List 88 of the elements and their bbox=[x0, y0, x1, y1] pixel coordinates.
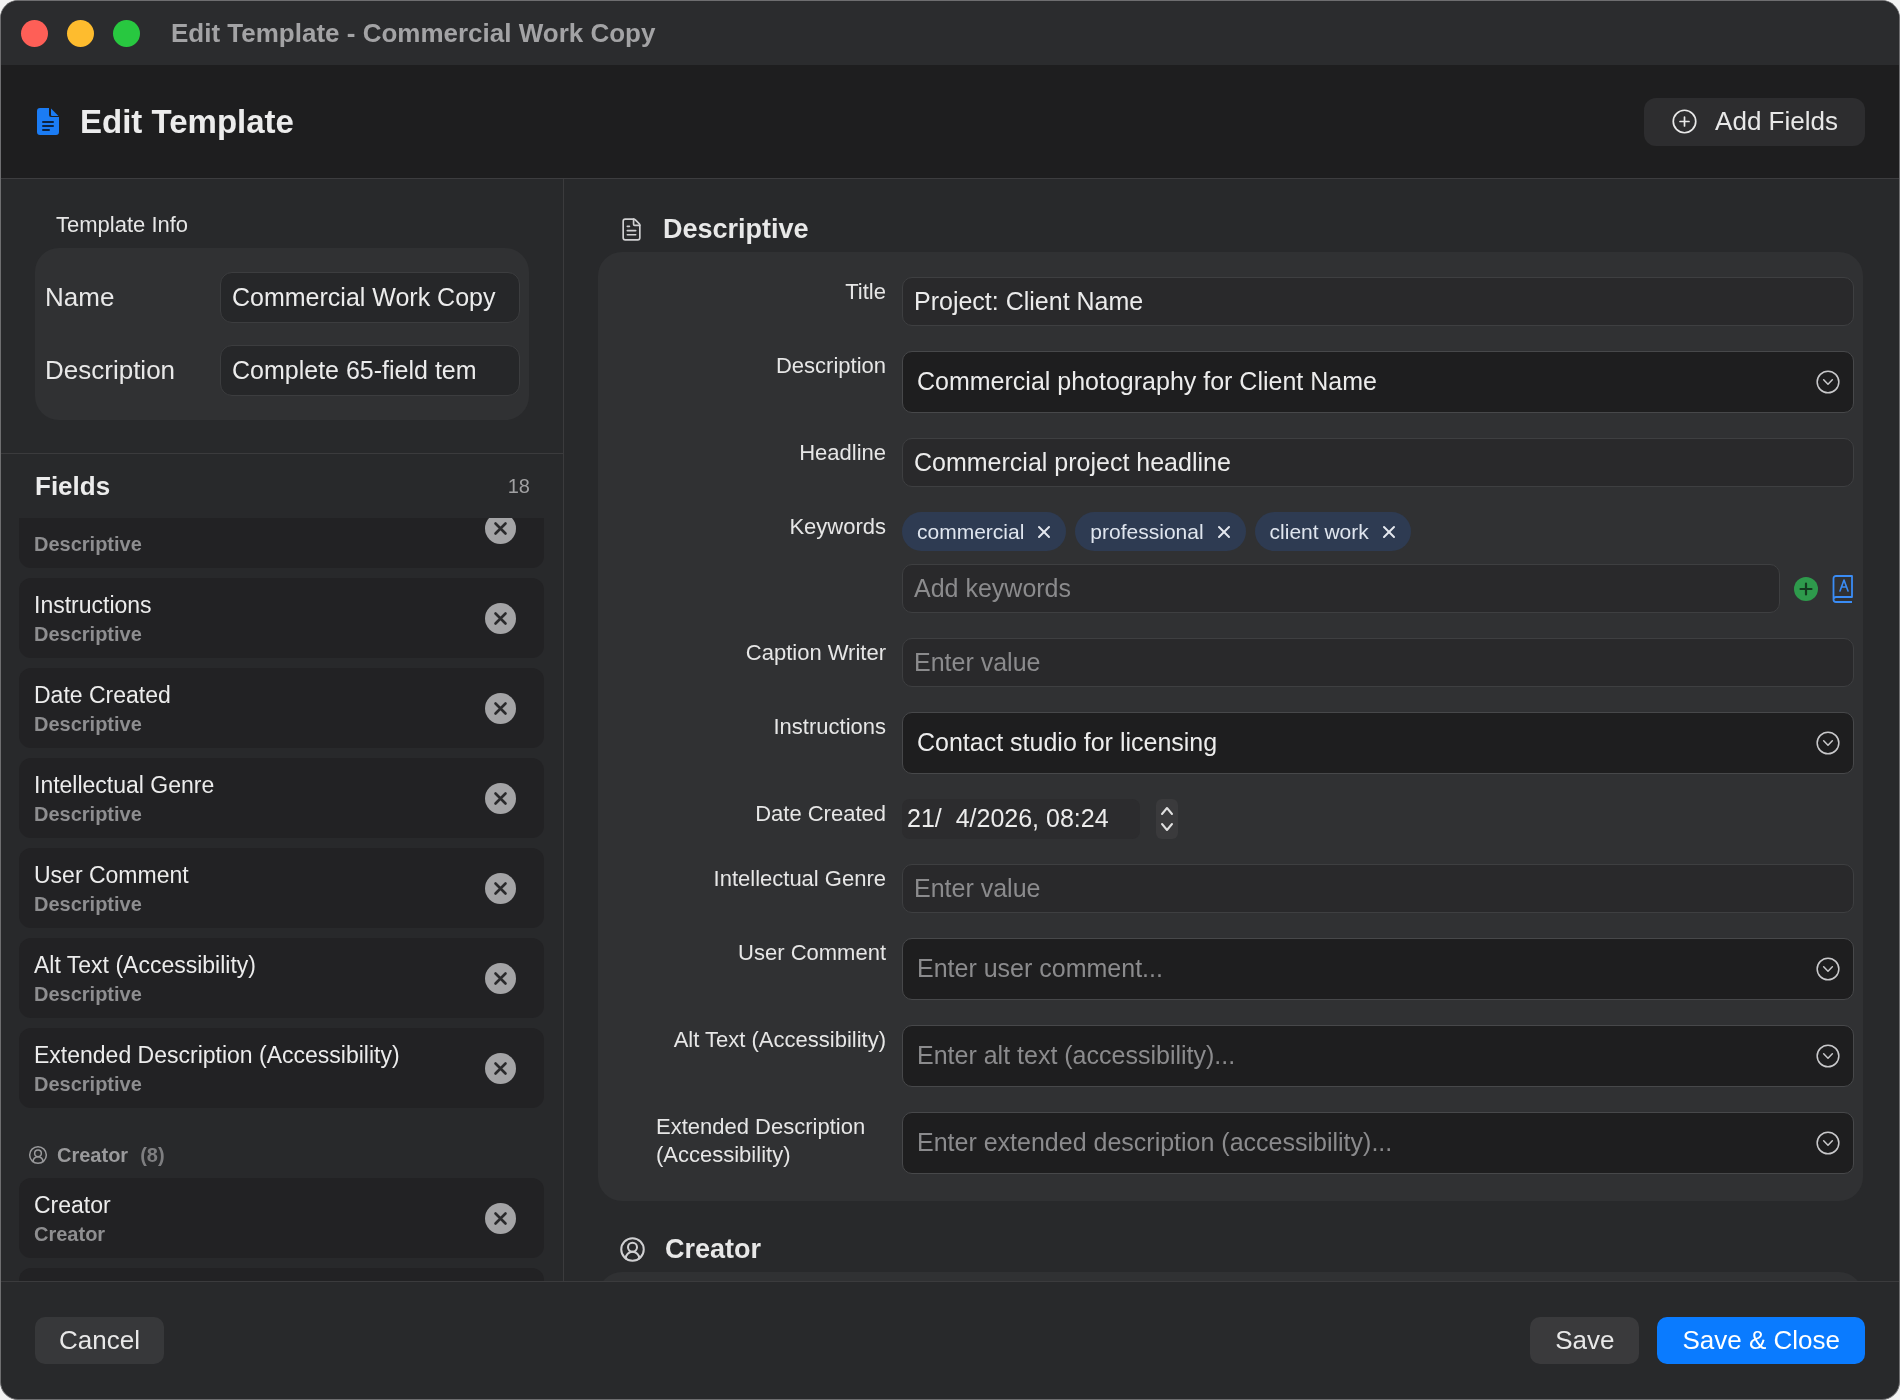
x-circle-icon[interactable] bbox=[485, 1052, 516, 1084]
section-title: Creator bbox=[665, 1232, 762, 1266]
field-category: Descriptive bbox=[34, 891, 143, 916]
field-card[interactable]: Instructions Descriptive bbox=[19, 578, 544, 658]
save-button[interactable]: Save bbox=[1530, 1317, 1640, 1364]
plus-circle-icon bbox=[1671, 108, 1699, 135]
field-card[interactable]: Creator Creator bbox=[19, 1178, 544, 1258]
minimize-button[interactable] bbox=[67, 19, 94, 47]
group-count: (8) bbox=[140, 1143, 165, 1168]
page-title: Edit Template bbox=[80, 101, 294, 142]
field-card[interactable]: Intellectual Genre Descriptive bbox=[19, 758, 544, 838]
keyword-chip[interactable]: professional bbox=[1075, 512, 1246, 551]
field-category: Descriptive bbox=[34, 801, 143, 826]
field-card[interactable]: Alt Text (Accessibility) Descriptive bbox=[19, 938, 544, 1018]
field-label: Extended Description (Accessibility) bbox=[656, 1113, 867, 1169]
field-label: Name bbox=[45, 281, 116, 314]
window-title: Edit Template - Commercial Work Copy bbox=[171, 16, 656, 50]
chevron-icon[interactable] bbox=[1815, 1043, 1841, 1069]
chevron-icon[interactable] bbox=[1815, 956, 1841, 982]
field-label: Description bbox=[775, 352, 886, 380]
field-label: Alt Text (Accessibility) bbox=[673, 1026, 886, 1054]
chevron-icon[interactable] bbox=[1815, 730, 1841, 756]
add-fields-button[interactable]: Add Fields bbox=[1644, 97, 1865, 146]
field-name: Extended Description (Accessibility) bbox=[34, 1040, 400, 1069]
x-circle-icon[interactable] bbox=[485, 692, 516, 724]
dropdown-field[interactable]: Commercial photography for Client Name bbox=[902, 351, 1854, 413]
text-field[interactable]: Enter value bbox=[902, 864, 1854, 913]
user-circle-icon bbox=[28, 1145, 48, 1165]
x-circle-icon[interactable] bbox=[485, 872, 516, 904]
plus-circle-icon[interactable] bbox=[1794, 576, 1818, 601]
save-close-button[interactable]: Save & Close bbox=[1657, 1317, 1865, 1364]
section-title: Descriptive bbox=[663, 212, 809, 246]
zoom-button[interactable] bbox=[113, 19, 140, 47]
field-label: Keywords bbox=[789, 513, 886, 541]
keyword-chip[interactable]: commercial bbox=[902, 512, 1067, 551]
dropdown-field[interactable]: Enter alt text (accessibility)... bbox=[902, 1025, 1854, 1087]
x-circle-icon[interactable] bbox=[485, 602, 516, 634]
text-field[interactable]: Commercial project headline bbox=[902, 438, 1854, 487]
stepper-icon[interactable] bbox=[1156, 799, 1178, 839]
field-count: 18 bbox=[507, 474, 530, 499]
field-label: Instructions bbox=[773, 713, 886, 741]
cancel-button[interactable]: Cancel bbox=[35, 1317, 164, 1364]
field-name: Intellectual Genre bbox=[34, 770, 215, 799]
field-category: Descriptive bbox=[34, 531, 142, 556]
field-name: User Comment bbox=[34, 860, 189, 889]
x-circle-icon[interactable] bbox=[485, 1202, 516, 1234]
group-title: Creator bbox=[57, 1143, 129, 1168]
field-label: Intellectual Genre bbox=[713, 865, 886, 893]
field-label: User Comment bbox=[738, 939, 886, 967]
text-field[interactable]: Enter value bbox=[902, 638, 1854, 687]
book-icon[interactable] bbox=[1832, 574, 1854, 603]
user-circle-icon bbox=[619, 1235, 646, 1263]
field-name: Creator bbox=[34, 1190, 111, 1219]
x-circle-icon[interactable] bbox=[485, 962, 516, 994]
field-label: Title bbox=[845, 278, 886, 306]
template-info-heading: Template Info bbox=[55, 212, 190, 238]
field-name: Instructions bbox=[34, 590, 152, 619]
field-category: Descriptive bbox=[34, 621, 143, 646]
date-field[interactable]: 21/ 4/2026, 08:24 bbox=[902, 799, 1140, 839]
document-icon bbox=[37, 108, 59, 135]
chevron-icon[interactable] bbox=[1815, 1130, 1841, 1156]
field-label: Description bbox=[45, 354, 177, 387]
field-card[interactable]: User Comment Descriptive bbox=[19, 848, 544, 928]
field-category: Descriptive bbox=[34, 981, 143, 1006]
field-card[interactable]: Date Created Descriptive bbox=[19, 668, 544, 748]
field-category: Descriptive bbox=[34, 1071, 143, 1096]
field-label: Caption Writer bbox=[745, 639, 886, 667]
field-name: Alt Text (Accessibility) bbox=[34, 950, 256, 979]
field-category: Creator bbox=[34, 1221, 107, 1246]
field-card[interactable]: Extended Description (Accessibility) Descriptive bbox=[19, 1028, 544, 1108]
close-button[interactable] bbox=[21, 19, 48, 47]
keyword-field[interactable]: Add keywords bbox=[902, 564, 1780, 613]
dropdown-field[interactable]: Contact studio for licensing bbox=[902, 712, 1854, 774]
document-icon bbox=[619, 216, 644, 242]
text-field[interactable]: Complete 65-field tem bbox=[220, 345, 520, 396]
text-field[interactable]: Project: Client Name bbox=[902, 277, 1854, 326]
field-category: Descriptive bbox=[34, 711, 143, 736]
dropdown-field[interactable]: Enter user comment... bbox=[902, 938, 1854, 1000]
field-label: Headline bbox=[799, 439, 886, 467]
dropdown-field[interactable]: Enter extended description (accessibility)... bbox=[902, 1112, 1854, 1174]
x-circle-icon[interactable] bbox=[485, 782, 516, 814]
fields-heading: Fields bbox=[35, 469, 111, 503]
text-field[interactable]: Commercial Work Copy bbox=[220, 272, 520, 323]
keyword-chip[interactable]: client work bbox=[1254, 512, 1411, 551]
chevron-icon[interactable] bbox=[1815, 369, 1841, 395]
field-card[interactable]: Descriptive bbox=[19, 518, 544, 568]
field-name: Date Created bbox=[34, 680, 171, 709]
field-label: Date Created bbox=[755, 800, 886, 828]
